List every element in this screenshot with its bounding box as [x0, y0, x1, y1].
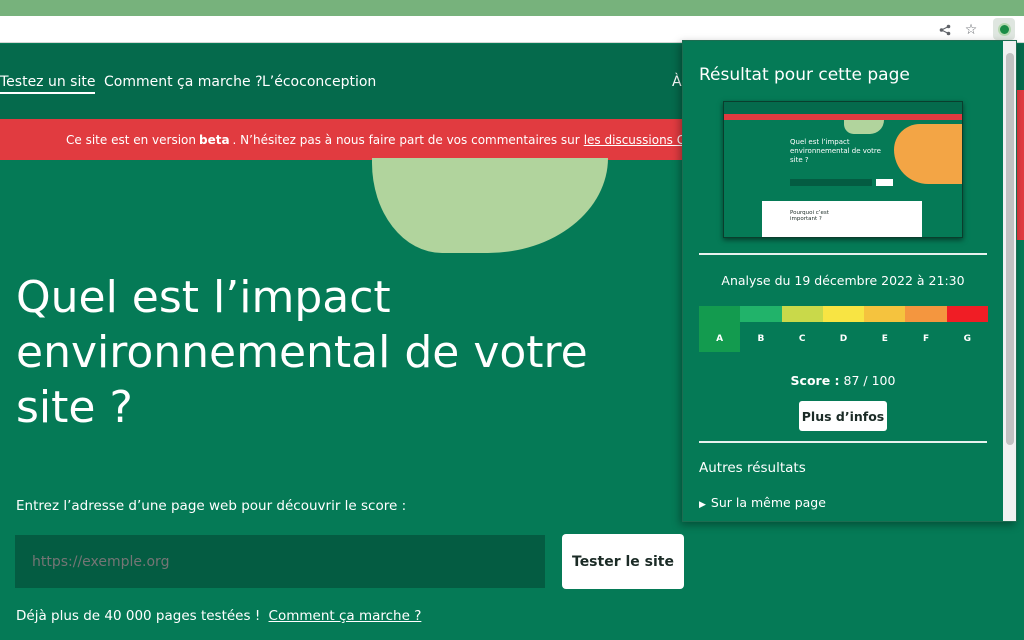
analysis-date: Analyse du 19 décembre 2022 à 21:30 — [721, 273, 965, 288]
grade-letter: E — [881, 334, 888, 344]
hero-title: Quel est l’impact environnemental de vot… — [16, 272, 588, 433]
thumbnail-card-text: Pourquoi c’est important ? — [790, 210, 829, 222]
share-icon[interactable] — [934, 19, 956, 41]
disclosure-triangle-icon: ▶ — [699, 500, 706, 510]
same-page-toggle[interactable]: ▶ Sur la même page — [699, 495, 826, 510]
score: Score : 87 / 100 — [683, 373, 1003, 388]
grade-letter: D — [839, 334, 848, 344]
grade-bar — [740, 306, 782, 322]
nav-ecoconception[interactable]: L’écoconception — [262, 74, 376, 90]
edge-decoration — [1017, 90, 1024, 240]
url-input-label: Entrez l’adresse d’une page web pour déc… — [16, 498, 407, 514]
grade-letter: C — [798, 334, 806, 344]
browser-address-bar: ☆ — [0, 16, 1024, 43]
extension-icon[interactable] — [993, 18, 1015, 40]
star-icon[interactable]: ☆ — [960, 19, 982, 41]
thumbnail-title: Quel est l’impact environnemental de vot… — [790, 138, 881, 164]
grade-g: G — [946, 306, 988, 352]
grade-letter: B — [757, 334, 765, 344]
grade-b: B — [740, 306, 782, 352]
grade-a: A — [699, 306, 741, 352]
grade-e: E — [864, 306, 906, 352]
other-results-title: Autres résultats — [699, 460, 806, 476]
scrollbar-thumb[interactable] — [1006, 53, 1014, 445]
divider — [699, 441, 987, 443]
grade-bar — [905, 306, 947, 322]
grade-scale: A B C D E F G — [699, 306, 988, 352]
beta-bold: beta — [198, 132, 230, 147]
tested-pages-text: Déjà plus de 40 000 pages testées ! Comm… — [16, 608, 421, 624]
grade-c: C — [781, 306, 823, 352]
page-thumbnail: Quel est l’impact environnemental de vot… — [723, 101, 963, 238]
grade-letter: G — [963, 334, 972, 344]
divider — [699, 253, 987, 255]
popup-scrollbar[interactable] — [1003, 41, 1016, 521]
extension-popup: Résultat pour cette page Quel est l’impa… — [682, 40, 1017, 522]
same-page-label: Sur la même page — [710, 495, 826, 510]
browser-titlebar — [0, 0, 1024, 16]
score-label: Score : — [790, 373, 840, 388]
grade-bar — [822, 306, 865, 322]
nav-right-label[interactable]: À — [672, 74, 682, 90]
grade-bar — [946, 306, 988, 322]
test-site-button[interactable]: Tester le site — [562, 534, 684, 589]
grade-d: D — [822, 306, 865, 352]
decorative-blob — [372, 158, 608, 253]
nav-testez-un-site[interactable]: Testez un site — [0, 74, 96, 94]
grade-letter: F — [922, 334, 930, 344]
grade-bar — [781, 306, 823, 322]
how-it-works-link[interactable]: Comment ça marche ? — [269, 608, 422, 624]
more-info-button[interactable]: Plus d’infos — [799, 401, 887, 431]
nav-comment-ca-marche[interactable]: Comment ça marche ? — [104, 74, 263, 90]
beta-prefix: Ce site est en version — [66, 132, 196, 147]
score-value: 87 / 100 — [843, 373, 896, 388]
popup-title: Résultat pour cette page — [699, 65, 910, 85]
grade-f: F — [905, 306, 947, 352]
url-input[interactable] — [15, 535, 545, 588]
grade-letter: A — [716, 334, 724, 344]
grade-bar — [864, 306, 906, 322]
tested-count: Déjà plus de 40 000 pages testées ! — [16, 608, 261, 624]
grade-bar — [699, 306, 741, 322]
beta-middle: . N’hésitez pas à nous faire part de vos… — [232, 132, 580, 147]
